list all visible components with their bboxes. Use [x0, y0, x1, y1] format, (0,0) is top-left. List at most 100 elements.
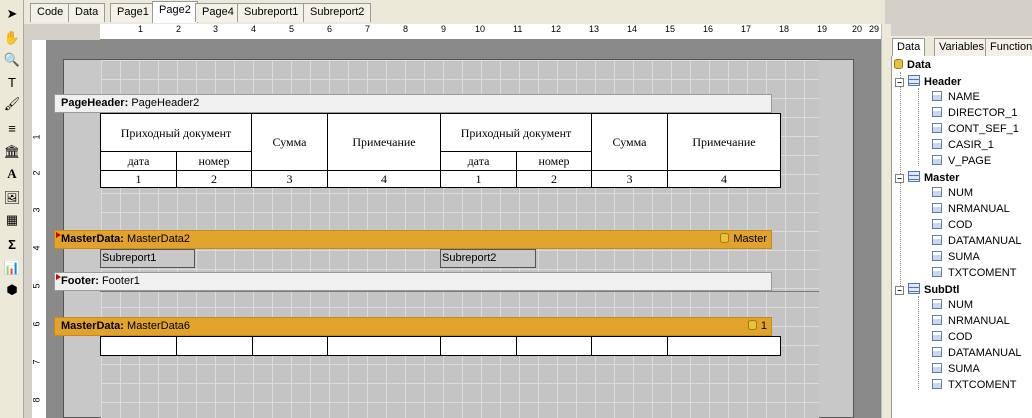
- tab-variables[interactable]: Variables: [934, 38, 990, 56]
- subreport-icon[interactable]: ▦: [2, 210, 22, 230]
- header-cell-note[interactable]: Примечание: [667, 113, 781, 171]
- header-cell-sum[interactable]: Сумма: [591, 113, 668, 171]
- page-tabs: Code Data Page1 Page2 Page4 Subreport1 S…: [24, 0, 885, 24]
- report-designer: ➤ ✋ 🔍 T 🖌 ≡ 🏛 A 🖼 ▦ Σ 📊 ⬢ Code Data Page…: [0, 0, 1032, 418]
- tree-field[interactable]: DATAMANUAL: [932, 347, 1022, 359]
- tab-functions[interactable]: Functions: [985, 38, 1032, 56]
- collapse-icon[interactable]: −: [895, 78, 904, 87]
- header-cell-document[interactable]: Приходный документ: [440, 113, 592, 152]
- header-cell-num1[interactable]: 1: [100, 170, 177, 188]
- header-cell-date[interactable]: дата: [100, 151, 177, 171]
- header-cell-sum[interactable]: Сумма: [251, 113, 328, 171]
- band-kind-label: MasterData:: [61, 320, 124, 332]
- shapes-icon[interactable]: ⬢: [2, 280, 22, 300]
- tab-subreport1[interactable]: Subreport1: [237, 3, 306, 22]
- collapse-icon[interactable]: −: [895, 286, 904, 295]
- header-cell-num3[interactable]: 3: [251, 170, 328, 188]
- tree-group-subdtl[interactable]: − SubDtl: [895, 283, 959, 296]
- text-object-icon[interactable]: A: [2, 164, 22, 184]
- select-arrow-icon[interactable]: ➤: [2, 4, 22, 24]
- master-data-band[interactable]: MasterData: MasterData2 Master: [54, 230, 772, 249]
- header-cell-num2[interactable]: 2: [516, 170, 592, 188]
- tab-page1[interactable]: Page1: [110, 3, 156, 22]
- ruler-tick: 7: [31, 359, 42, 365]
- data-tree: Data − Header NAME DIRECTOR_1 CONT_SEF_1 …: [891, 58, 1032, 418]
- tree-field[interactable]: COD: [932, 331, 972, 343]
- band-kind-label: PageHeader:: [61, 97, 129, 109]
- tree-field[interactable]: CASIR_1: [932, 139, 994, 151]
- tree-field[interactable]: TXTCOMENT: [932, 267, 1016, 279]
- field-icon: [932, 155, 942, 165]
- ruler-tick: 17: [741, 24, 752, 34]
- tab-page4[interactable]: Page4: [195, 3, 241, 22]
- header-cell-num4[interactable]: 4: [667, 170, 781, 188]
- tab-code[interactable]: Code: [30, 3, 71, 22]
- tree-field[interactable]: DATAMANUAL: [932, 235, 1022, 247]
- tree-root[interactable]: Data: [894, 59, 931, 71]
- tab-page2[interactable]: Page2: [152, 1, 198, 23]
- header-cell-num1[interactable]: 1: [440, 170, 517, 188]
- field-label: DATAMANUAL: [948, 347, 1022, 359]
- ruler-tick: 9: [441, 24, 447, 34]
- tab-data[interactable]: Data: [892, 38, 926, 56]
- header-cell-num2[interactable]: 2: [176, 170, 252, 188]
- header-cell-document[interactable]: Приходный документ: [100, 113, 252, 152]
- collapse-icon[interactable]: −: [895, 174, 904, 183]
- ruler-tick: 14: [627, 24, 638, 34]
- master-data6-band[interactable]: MasterData: MasterData6 1: [54, 317, 772, 336]
- header-cell-date[interactable]: дата: [440, 151, 517, 171]
- header-cell-num3[interactable]: 3: [591, 170, 668, 188]
- tree-group-label: Header: [924, 76, 962, 88]
- building-icon[interactable]: 🏛: [2, 142, 22, 162]
- field-icon: [932, 315, 942, 325]
- header-cell-number[interactable]: номер: [176, 151, 252, 171]
- tree-field[interactable]: DIRECTOR_1: [932, 107, 1017, 119]
- tab-subreport2[interactable]: Subreport2: [303, 3, 372, 22]
- vertical-scrollbar[interactable]: [881, 24, 891, 418]
- ruler-tick: 2: [31, 170, 42, 176]
- tree-field[interactable]: NUM: [932, 187, 973, 199]
- tree-field[interactable]: COD: [932, 219, 972, 231]
- tree-field[interactable]: CONT_SEF_1: [932, 123, 1019, 135]
- tree-field[interactable]: V_PAGE: [932, 155, 991, 167]
- tree-field[interactable]: SUMA: [932, 251, 980, 263]
- database-icon: [894, 59, 903, 69]
- tab-data[interactable]: Data: [68, 3, 106, 22]
- tree-group-label: SubDtl: [924, 284, 960, 296]
- subreport2-object[interactable]: Subreport2: [440, 249, 536, 268]
- tree-group-header[interactable]: − Header: [895, 75, 961, 88]
- header-cell-num4[interactable]: 4: [327, 170, 441, 188]
- field-icon: [932, 267, 942, 277]
- data-row-cells[interactable]: [100, 336, 781, 356]
- tree-root-label: Data: [907, 59, 931, 71]
- header-cell-note[interactable]: Примечание: [327, 113, 441, 171]
- ruler-tick: 15: [665, 24, 676, 34]
- page-header-band[interactable]: PageHeader: PageHeader2: [54, 94, 772, 113]
- format-painter-icon[interactable]: 🖌: [2, 94, 22, 114]
- ruler-tick: 11: [513, 24, 523, 34]
- header-cell-number[interactable]: номер: [516, 151, 592, 171]
- ruler-tick: 5: [31, 283, 42, 289]
- field-icon: [932, 331, 942, 341]
- tree-field[interactable]: NAME: [932, 91, 980, 103]
- footer-band[interactable]: Footer: Footer1: [54, 272, 772, 291]
- subreport1-object[interactable]: Subreport1: [100, 249, 195, 268]
- ruler-tick: 12: [551, 24, 562, 34]
- tree-field[interactable]: NUM: [932, 299, 973, 311]
- hand-icon[interactable]: ✋: [2, 28, 22, 48]
- tree-field[interactable]: NRMANUAL: [932, 203, 1010, 215]
- chart-icon[interactable]: 📊: [2, 258, 22, 278]
- tree-field[interactable]: TXTCOMENT: [932, 379, 1016, 391]
- table-icon: [908, 171, 920, 182]
- field-icon: [932, 363, 942, 373]
- tree-group-master[interactable]: − Master: [895, 171, 959, 184]
- field-icon: [932, 347, 942, 357]
- sum-icon[interactable]: Σ: [2, 234, 22, 254]
- tree-field[interactable]: SUMA: [932, 363, 980, 375]
- ruler-tick: 4: [251, 24, 257, 34]
- picture-icon[interactable]: 🖼: [2, 188, 22, 208]
- band-icon[interactable]: ≡: [2, 118, 22, 138]
- zoom-icon[interactable]: 🔍: [2, 50, 22, 70]
- tree-field[interactable]: NRMANUAL: [932, 315, 1010, 327]
- text-tool-icon[interactable]: T: [2, 72, 22, 92]
